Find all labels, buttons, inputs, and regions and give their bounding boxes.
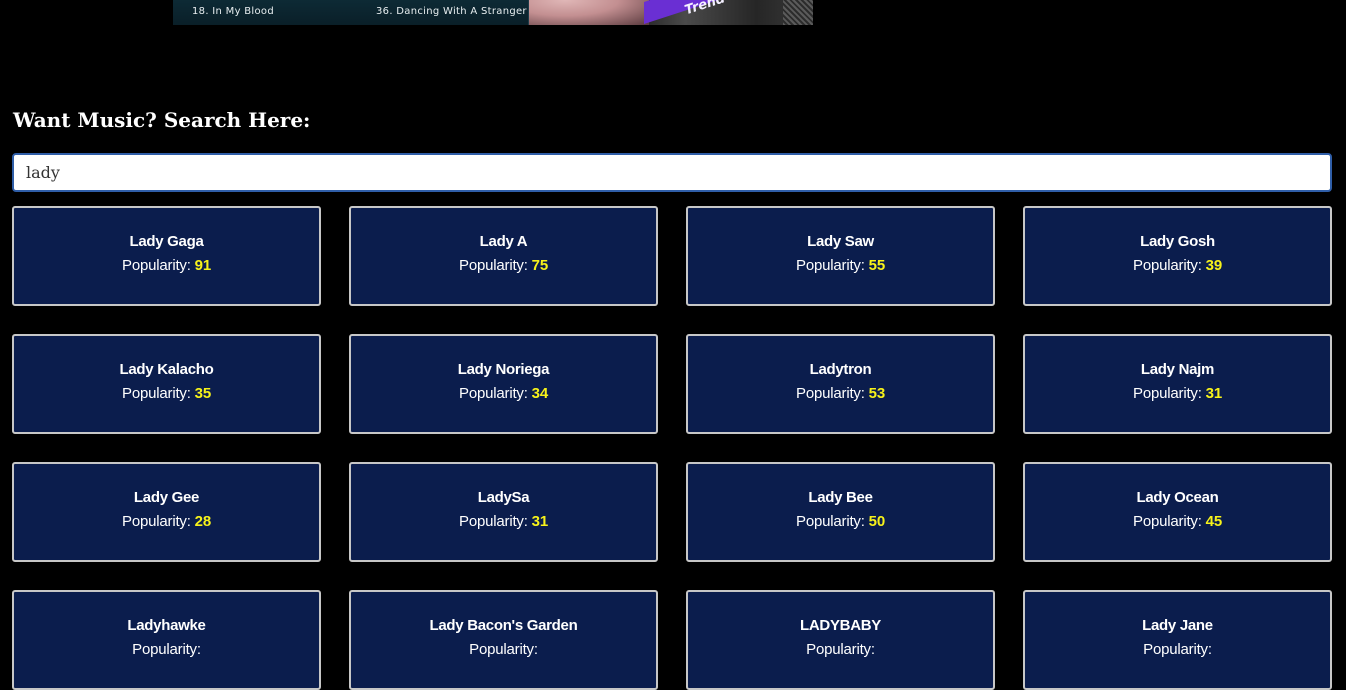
artist-card[interactable]: LADYBABY Popularity: (686, 590, 995, 690)
banner-photo-subject (529, 0, 649, 25)
artist-card[interactable]: Lady Noriega Popularity: 34 (349, 334, 658, 434)
popularity-value: 31 (1205, 385, 1223, 402)
popularity-line: Popularity: (688, 641, 993, 659)
popularity-line: Popularity: (14, 641, 319, 659)
artist-card[interactable]: Lady Najm Popularity: 31 (1023, 334, 1332, 434)
banner-track-left: 18. In My Blood (192, 6, 274, 17)
artist-name: LADYBABY (800, 617, 881, 634)
artist-card[interactable]: Lady Kalacho Popularity: 35 (12, 334, 321, 434)
popularity-label: Popularity: (122, 513, 195, 530)
artist-name: Lady Ocean (1136, 489, 1219, 506)
search-heading: Want Music? Search Here: (13, 108, 311, 132)
popularity-label: Popularity: (796, 385, 869, 402)
artist-name: Lady Gosh (1140, 233, 1215, 250)
banner-tracklist: 18. In My Blood 36. Dancing With A Stran… (173, 0, 529, 25)
banner-texture (783, 0, 813, 25)
popularity-value: 31 (531, 513, 549, 530)
results-grid: Lady Gaga Popularity: 91 Lady A Popularity:… (12, 206, 1334, 690)
popularity-label: Popularity: (459, 385, 532, 402)
popularity-value: 45 (1205, 513, 1223, 530)
artist-name: Lady Gee (133, 489, 200, 506)
artist-name: Lady Bee (808, 489, 873, 506)
popularity-label: Popularity: (1133, 385, 1206, 402)
artist-name: Lady Kalacho (119, 361, 214, 378)
popularity-line: Popularity: 45 (1025, 513, 1330, 531)
artist-card[interactable]: Ladyhawke Popularity: (12, 590, 321, 690)
search-input[interactable] (12, 153, 1332, 192)
popularity-line: Popularity: 28 (14, 513, 319, 531)
artist-name: Lady Bacon's Garden (429, 617, 578, 634)
popularity-label: Popularity: (122, 385, 195, 402)
artist-card[interactable]: LadySa Popularity: 31 (349, 462, 658, 562)
popularity-label: Popularity: (122, 257, 195, 274)
banner-artist-photo (529, 0, 813, 25)
popularity-line: Popularity: (351, 641, 656, 659)
popularity-value: 28 (194, 513, 212, 530)
popularity-value: 50 (868, 513, 886, 530)
popularity-label: Popularity: (1143, 641, 1212, 658)
popularity-value: 75 (531, 257, 549, 274)
artist-card[interactable]: Lady Jane Popularity: (1023, 590, 1332, 690)
popularity-label: Popularity: (469, 641, 538, 658)
popularity-line: Popularity: (1025, 641, 1330, 659)
popularity-label: Popularity: (132, 641, 201, 658)
artist-card[interactable]: Lady A Popularity: 75 (349, 206, 658, 306)
popularity-label: Popularity: (1133, 257, 1206, 274)
artist-card[interactable]: Lady Gaga Popularity: 91 (12, 206, 321, 306)
artist-name: Lady A (479, 233, 528, 250)
artist-name: Lady Gaga (129, 233, 204, 250)
artist-name: Ladyhawke (127, 617, 206, 634)
popularity-line: Popularity: 50 (688, 513, 993, 531)
popularity-value: 39 (1205, 257, 1223, 274)
popularity-value: 55 (868, 257, 886, 274)
popularity-label: Popularity: (796, 257, 869, 274)
artist-name: Lady Saw (807, 233, 874, 250)
popularity-line: Popularity: 55 (688, 257, 993, 275)
popularity-line: Popularity: 53 (688, 385, 993, 403)
artist-card[interactable]: Lady Ocean Popularity: 45 (1023, 462, 1332, 562)
artist-card[interactable]: Ladytron Popularity: 53 (686, 334, 995, 434)
popularity-line: Popularity: 75 (351, 257, 656, 275)
artist-card[interactable]: Lady Bee Popularity: 50 (686, 462, 995, 562)
popularity-line: Popularity: 31 (1025, 385, 1330, 403)
popularity-label: Popularity: (1133, 513, 1206, 530)
popularity-line: Popularity: 39 (1025, 257, 1330, 275)
popularity-label: Popularity: (796, 513, 869, 530)
artist-name: LadySa (477, 489, 530, 506)
artist-name: Ladytron (809, 361, 872, 378)
popularity-label: Popularity: (459, 257, 532, 274)
artist-card[interactable]: Lady Gosh Popularity: 39 (1023, 206, 1332, 306)
popularity-line: Popularity: 35 (14, 385, 319, 403)
popularity-label: Popularity: (459, 513, 532, 530)
popularity-value: 53 (868, 385, 886, 402)
popularity-line: Popularity: 91 (14, 257, 319, 275)
artist-card[interactable]: Lady Saw Popularity: 55 (686, 206, 995, 306)
artist-card[interactable]: Lady Gee Popularity: 28 (12, 462, 321, 562)
promo-banner[interactable]: 18. In My Blood 36. Dancing With A Stran… (173, 0, 813, 25)
artist-name: Lady Noriega (457, 361, 550, 378)
artist-name: Lady Najm (1140, 361, 1215, 378)
artist-card[interactable]: Lady Bacon's Garden Popularity: (349, 590, 658, 690)
popularity-label: Popularity: (806, 641, 875, 658)
popularity-value: 91 (194, 257, 212, 274)
popularity-line: Popularity: 34 (351, 385, 656, 403)
popularity-value: 35 (194, 385, 212, 402)
popularity-line: Popularity: 31 (351, 513, 656, 531)
artist-name: Lady Jane (1142, 617, 1213, 634)
popularity-value: 34 (531, 385, 549, 402)
banner-track-right: 36. Dancing With A Stranger (376, 6, 527, 17)
